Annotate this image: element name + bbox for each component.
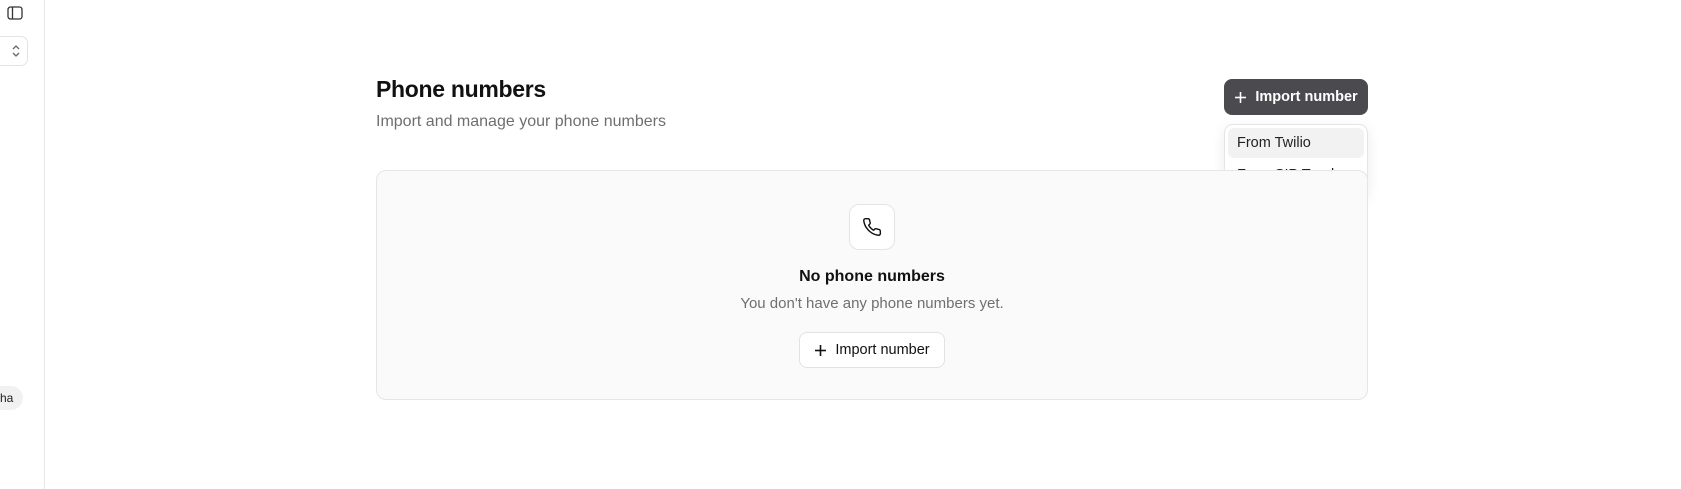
page-title: Phone numbers — [376, 76, 546, 102]
plan-badge[interactable]: ha — [0, 386, 24, 410]
sidebar-toggle-icon[interactable] — [6, 4, 24, 22]
chevron-up-down-icon — [12, 45, 20, 57]
workspace-switcher[interactable] — [0, 36, 28, 66]
empty-state-title: No phone numbers — [799, 268, 945, 285]
phone-icon — [849, 204, 895, 250]
empty-state-description: You don't have any phone numbers yet. — [740, 295, 1004, 312]
plus-icon — [814, 344, 827, 357]
page-subtitle: Import and manage your phone numbers — [376, 113, 666, 130]
empty-state-card: No phone numbers You don't have any phon… — [376, 170, 1368, 400]
empty-state-import-button-label: Import number — [835, 342, 930, 358]
plus-icon — [1234, 91, 1247, 104]
menu-item-from-twilio[interactable]: From Twilio — [1228, 128, 1364, 158]
import-number-button[interactable]: Import number — [1224, 79, 1368, 115]
empty-state-import-button[interactable]: Import number — [799, 332, 945, 368]
sidebar: ha — [0, 0, 45, 489]
import-number-button-label: Import number — [1255, 89, 1358, 105]
